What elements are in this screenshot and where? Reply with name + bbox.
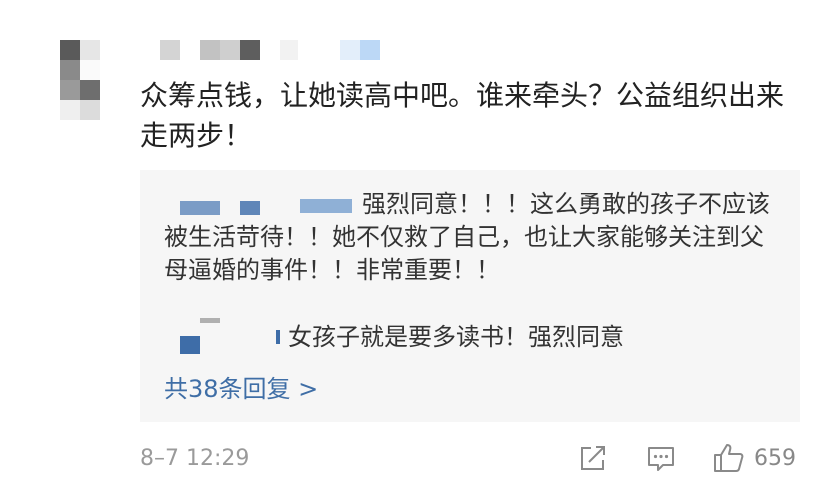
like-count: 659 xyxy=(754,445,796,471)
avatar-pixel xyxy=(60,40,80,60)
reply-button[interactable] xyxy=(644,440,678,476)
username-pixel xyxy=(280,40,298,60)
avatar-pixel xyxy=(60,60,80,80)
reply-item[interactable]: 强烈同意！！！这么勇敢的孩子不应该被生活苛待！！她不仅救了自己，也让大家能够关注… xyxy=(164,188,776,287)
share-icon xyxy=(581,446,605,470)
comment-icon xyxy=(648,447,674,471)
share-button[interactable] xyxy=(576,440,610,476)
reply-text: 女孩子就是要多读书！强烈同意 xyxy=(288,323,624,351)
avatar-pixel xyxy=(80,60,100,80)
avatar-pixel xyxy=(60,100,80,120)
comment-text: 众筹点钱，让她读高中吧。谁来牵头？公益组织出来走两步！ xyxy=(140,79,785,152)
reply-author-obscured[interactable] xyxy=(164,195,356,215)
timestamp: 8–7 12:29 xyxy=(140,446,250,471)
like-button[interactable]: 659 xyxy=(712,440,796,476)
avatar[interactable] xyxy=(60,40,100,120)
reply-author-obscured[interactable] xyxy=(164,318,284,356)
avatar-pixel xyxy=(80,80,100,100)
comment-footer: 8–7 12:29 659 xyxy=(140,440,800,476)
avatar-pixel xyxy=(60,80,80,100)
avatar-pixel xyxy=(80,100,100,120)
username-pixel xyxy=(220,40,240,60)
avatar-pixel xyxy=(80,40,100,60)
username-pixel xyxy=(340,40,360,60)
username-pixel xyxy=(360,40,380,60)
username-pixel xyxy=(240,40,260,60)
replies-panel[interactable]: 强烈同意！！！这么勇敢的孩子不应该被生活苛待！！她不仅救了自己，也让大家能够关注… xyxy=(140,170,800,422)
view-all-replies-link[interactable]: 共38条回复 > xyxy=(164,374,318,404)
thumbs-up-icon xyxy=(714,444,744,472)
username-pixel xyxy=(160,40,180,60)
username-obscured[interactable] xyxy=(160,40,390,60)
username-pixel xyxy=(200,40,220,60)
reply-item[interactable]: 女孩子就是要多读书！强烈同意 xyxy=(164,318,776,356)
